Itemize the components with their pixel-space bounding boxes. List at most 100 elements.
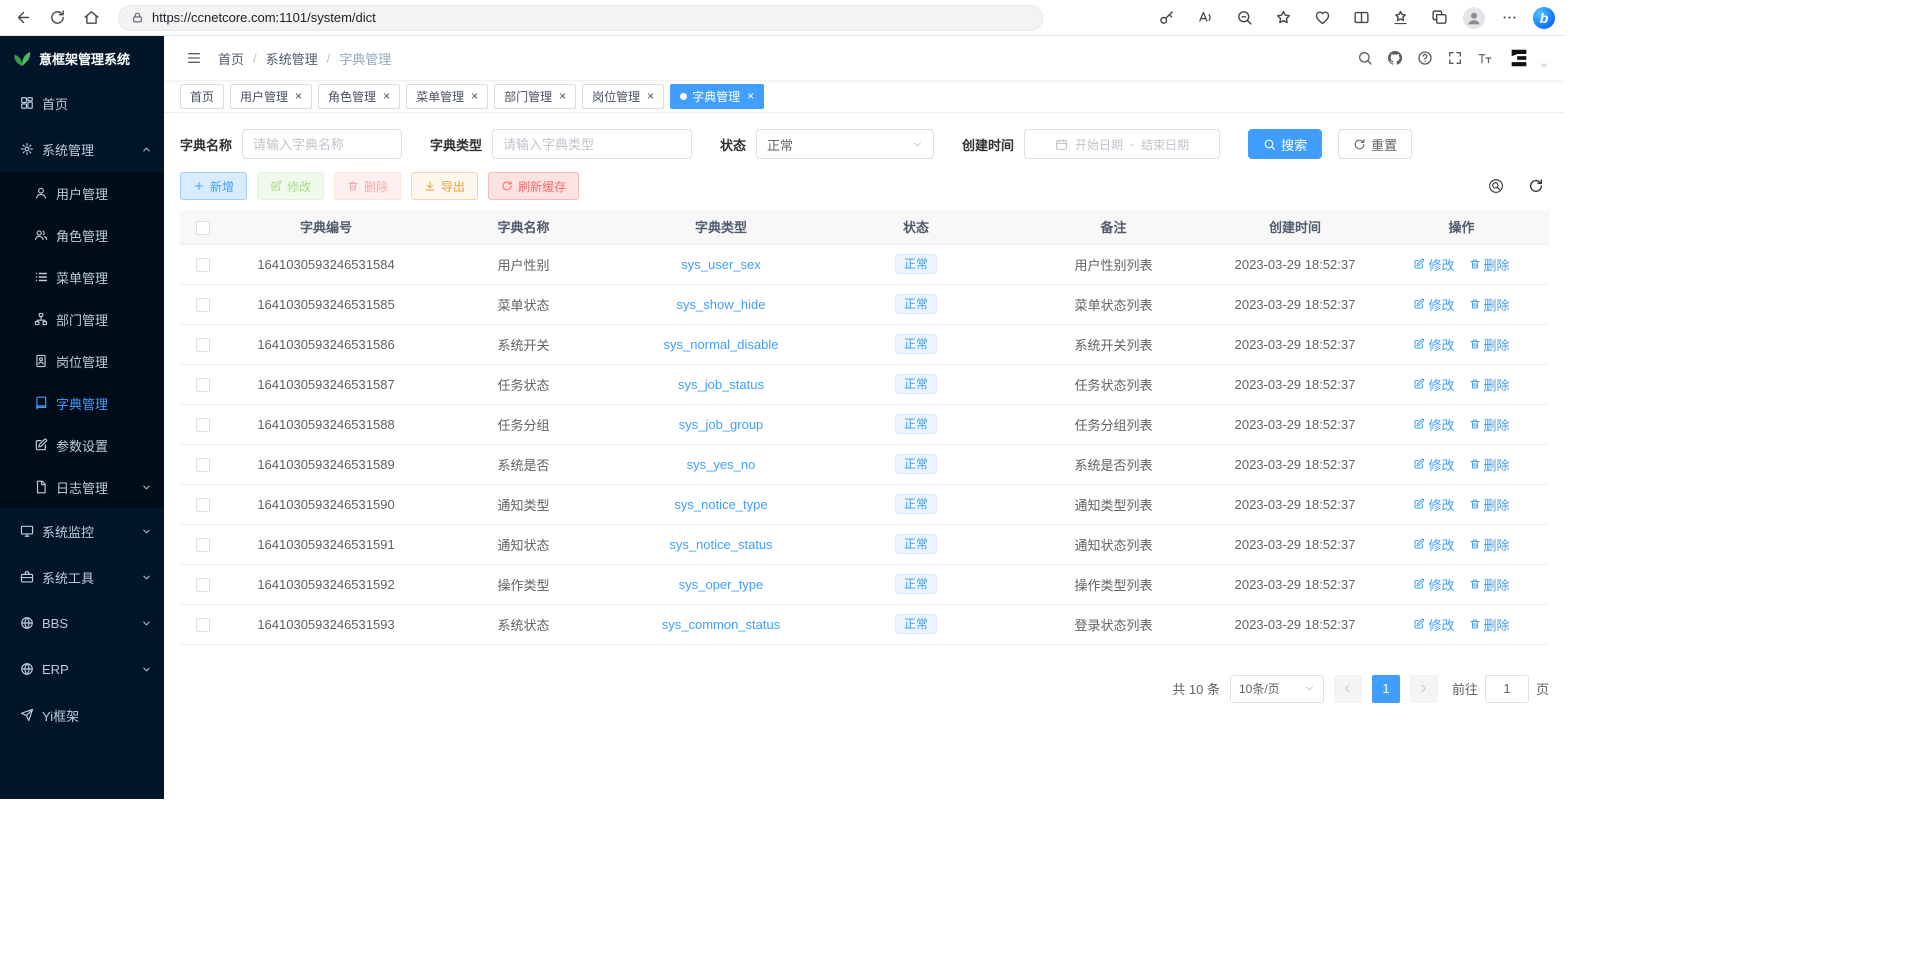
read-aloud-icon[interactable] — [1190, 4, 1220, 32]
row-checkbox[interactable] — [196, 538, 210, 552]
password-key-icon[interactable] — [1151, 4, 1181, 32]
header-search-icon[interactable] — [1351, 44, 1379, 72]
row-edit-link[interactable]: 修改 — [1413, 255, 1454, 274]
sidebar-item-system-mgmt[interactable]: 系统管理 — [0, 126, 164, 172]
table-refresh-icon[interactable] — [1523, 173, 1549, 199]
tab-close-icon[interactable]: × — [559, 90, 566, 102]
row-delete-link[interactable]: 删除 — [1469, 455, 1510, 474]
status-select[interactable]: 正常 — [756, 129, 934, 159]
page-goto-input[interactable] — [1485, 675, 1529, 703]
add-button[interactable]: 新增 — [180, 172, 247, 200]
zoom-out-icon[interactable] — [1229, 4, 1259, 32]
browser-essentials-icon[interactable] — [1307, 4, 1337, 32]
dict-type-link[interactable]: sys_oper_type — [679, 577, 764, 592]
row-checkbox[interactable] — [196, 578, 210, 592]
row-delete-link[interactable]: 删除 — [1469, 615, 1510, 634]
dict-type-input[interactable] — [492, 129, 692, 159]
dict-type-link[interactable]: sys_user_sex — [681, 257, 760, 272]
current-page-button[interactable]: 1 — [1372, 675, 1400, 703]
sidebar-item-dept-mgmt[interactable]: 部门管理 — [0, 298, 164, 340]
row-edit-link[interactable]: 修改 — [1413, 335, 1454, 354]
row-checkbox[interactable] — [196, 618, 210, 632]
row-delete-link[interactable]: 删除 — [1469, 335, 1510, 354]
tab-menu-mgmt[interactable]: 菜单管理× — [406, 84, 488, 109]
yi-logo[interactable] — [1501, 44, 1537, 72]
row-edit-link[interactable]: 修改 — [1413, 455, 1454, 474]
tab-close-icon[interactable]: × — [647, 90, 654, 102]
dict-type-link[interactable]: sys_notice_type — [674, 497, 767, 512]
tab-close-icon[interactable]: × — [383, 90, 390, 102]
sidebar-item-user-mgmt[interactable]: 用户管理 — [0, 172, 164, 214]
browser-back-button[interactable] — [8, 4, 38, 32]
row-checkbox[interactable] — [196, 338, 210, 352]
delete-button[interactable]: 删除 — [334, 172, 401, 200]
row-checkbox[interactable] — [196, 378, 210, 392]
next-page-button[interactable] — [1410, 675, 1438, 703]
sidebar-item-role-mgmt[interactable]: 角色管理 — [0, 214, 164, 256]
browser-home-button[interactable] — [76, 4, 106, 32]
row-edit-link[interactable]: 修改 — [1413, 415, 1454, 434]
dict-name-input[interactable] — [242, 129, 402, 159]
sidebar-item-bbs[interactable]: BBS — [0, 600, 164, 646]
dict-type-link[interactable]: sys_job_status — [678, 377, 764, 392]
prev-page-button[interactable] — [1334, 675, 1362, 703]
row-edit-link[interactable]: 修改 — [1413, 535, 1454, 554]
sidebar-item-yi-framework[interactable]: Yi框架 — [0, 692, 164, 738]
sidebar-item-system-tools[interactable]: 系统工具 — [0, 554, 164, 600]
sidebar-item-param-settings[interactable]: 参数设置 — [0, 424, 164, 466]
browser-more-icon[interactable] — [1494, 4, 1524, 32]
search-button[interactable]: 搜索 — [1248, 129, 1322, 159]
row-delete-link[interactable]: 删除 — [1469, 535, 1510, 554]
sidebar-item-system-monitor[interactable]: 系统监控 — [0, 508, 164, 554]
sidebar-item-home[interactable]: 首页 — [0, 80, 164, 126]
dict-type-link[interactable]: sys_notice_status — [669, 537, 772, 552]
row-edit-link[interactable]: 修改 — [1413, 375, 1454, 394]
row-delete-link[interactable]: 删除 — [1469, 295, 1510, 314]
tab-close-icon[interactable]: × — [471, 90, 478, 102]
date-range-picker[interactable]: 开始日期 - 结束日期 — [1024, 129, 1220, 159]
dict-type-link[interactable]: sys_common_status — [662, 617, 781, 632]
collections-icon[interactable] — [1424, 4, 1454, 32]
row-delete-link[interactable]: 删除 — [1469, 415, 1510, 434]
tab-user-mgmt[interactable]: 用户管理× — [230, 84, 312, 109]
bing-chat-icon[interactable]: b — [1533, 7, 1555, 29]
row-checkbox[interactable] — [196, 418, 210, 432]
page-size-select[interactable]: 10条/页 — [1230, 675, 1324, 703]
breadcrumb-home[interactable]: 首页 — [218, 49, 244, 68]
sidebar-item-menu-mgmt[interactable]: 菜单管理 — [0, 256, 164, 298]
show-search-toggle-icon[interactable] — [1483, 173, 1509, 199]
font-size-icon[interactable] — [1471, 44, 1499, 72]
help-icon[interactable] — [1411, 44, 1439, 72]
sidebar-item-log-mgmt[interactable]: 日志管理 — [0, 466, 164, 508]
row-checkbox[interactable] — [196, 298, 210, 312]
address-bar[interactable]: https://ccnetcore.com:1101/system/dict — [118, 5, 1043, 31]
row-edit-link[interactable]: 修改 — [1413, 495, 1454, 514]
row-edit-link[interactable]: 修改 — [1413, 295, 1454, 314]
export-button[interactable]: 导出 — [411, 172, 478, 200]
row-delete-link[interactable]: 删除 — [1469, 495, 1510, 514]
dict-type-link[interactable]: sys_job_group — [679, 417, 764, 432]
select-all-checkbox[interactable] — [196, 221, 210, 235]
github-icon[interactable] — [1381, 44, 1409, 72]
site-lock-icon[interactable] — [131, 11, 144, 24]
sidebar-item-dict-mgmt[interactable]: 字典管理 — [0, 382, 164, 424]
tab-role-mgmt[interactable]: 角色管理× — [318, 84, 400, 109]
row-checkbox[interactable] — [196, 458, 210, 472]
dict-type-link[interactable]: sys_yes_no — [687, 457, 756, 472]
add-favorite-icon[interactable] — [1268, 4, 1298, 32]
split-screen-icon[interactable] — [1346, 4, 1376, 32]
user-menu-chevron-icon[interactable] — [1539, 60, 1549, 70]
row-delete-link[interactable]: 删除 — [1469, 375, 1510, 394]
sidebar-item-erp[interactable]: ERP — [0, 646, 164, 692]
tab-dict-mgmt[interactable]: 字典管理× — [670, 84, 764, 109]
row-edit-link[interactable]: 修改 — [1413, 615, 1454, 634]
sidebar-item-post-mgmt[interactable]: 岗位管理 — [0, 340, 164, 382]
tab-home[interactable]: 首页 — [180, 84, 224, 109]
breadcrumb-system[interactable]: 系统管理 — [266, 49, 318, 68]
row-edit-link[interactable]: 修改 — [1413, 575, 1454, 594]
reset-button[interactable]: 重置 — [1338, 129, 1412, 159]
refresh-cache-button[interactable]: 刷新缓存 — [488, 172, 579, 200]
tab-post-mgmt[interactable]: 岗位管理× — [582, 84, 664, 109]
profile-avatar[interactable] — [1463, 7, 1485, 29]
fullscreen-icon[interactable] — [1441, 44, 1469, 72]
